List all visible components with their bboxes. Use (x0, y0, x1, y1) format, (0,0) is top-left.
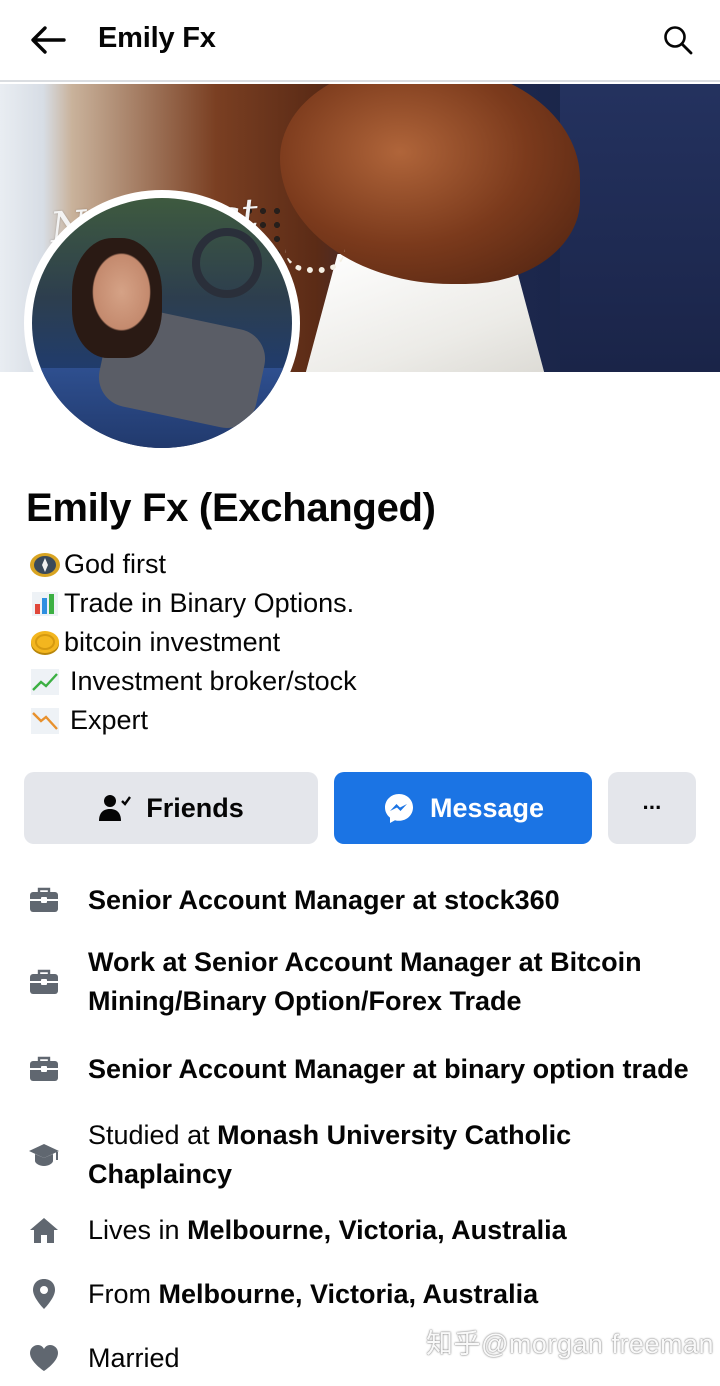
bio-text: Expert (70, 705, 149, 735)
profile-details: Senior Account Manager at stock360 Work … (24, 868, 704, 1386)
arrow-left-icon (31, 26, 66, 54)
location-pin-icon (24, 1274, 64, 1314)
briefcase-icon (24, 880, 64, 920)
detail-work-text[interactable]: Senior Account Manager at stock360 (88, 881, 704, 920)
friends-button-label: Friends (146, 792, 244, 823)
bio-line: bitcoin investment (28, 623, 357, 662)
detail-from-text: From Melbourne, Victoria, Australia (88, 1275, 704, 1314)
watermark: 知乎@morgan freeman (425, 1329, 714, 1359)
bio-line: Trade in Binary Options. (28, 584, 357, 623)
profile-avatar[interactable] (24, 190, 300, 456)
detail-row-work: Senior Account Manager at stock360 (24, 868, 704, 932)
friends-button[interactable]: Friends (24, 772, 318, 844)
profile-name: Emily Fx (Exchanged) (26, 486, 436, 530)
page-title: Emily Fx (98, 22, 216, 54)
detail-row-from: From Melbourne, Victoria, Australia (24, 1262, 704, 1326)
bio-text: God first (64, 549, 167, 579)
bio-text: Trade in Binary Options. (64, 588, 355, 618)
briefcase-icon (24, 1049, 64, 1089)
coin-icon (28, 628, 62, 658)
bio-line: Investment broker/stock (28, 662, 357, 701)
more-options-button[interactable]: ··· (608, 772, 696, 844)
bar-chart-icon (28, 589, 62, 619)
detail-lives-link[interactable]: Melbourne, Victoria, Australia (187, 1215, 567, 1245)
detail-work-text[interactable]: Work at Senior Account Manager at Bitcoi… (88, 943, 704, 1021)
compass-icon (28, 550, 62, 580)
detail-from-prefix: From (88, 1278, 159, 1309)
detail-education-text: Studied at Monash University Catholic Ch… (88, 1116, 704, 1194)
graduation-cap-icon (24, 1135, 64, 1175)
chart-decreasing-icon (28, 706, 62, 736)
bio-text: bitcoin investment (64, 627, 281, 657)
profile-bio: God first Trade in Binary Options. bitco… (28, 545, 357, 740)
avatar-face-shape (72, 238, 162, 358)
detail-row-education: Studied at Monash University Catholic Ch… (24, 1112, 704, 1198)
detail-row-lives: Lives in Melbourne, Victoria, Australia (24, 1198, 704, 1262)
search-button[interactable] (658, 20, 698, 60)
detail-from-link[interactable]: Melbourne, Victoria, Australia (159, 1279, 539, 1309)
back-button[interactable] (26, 20, 70, 60)
avatar-image (32, 198, 292, 448)
more-options-label: ··· (642, 795, 663, 820)
bio-line: God first (28, 545, 357, 584)
heart-icon (24, 1338, 64, 1378)
messenger-icon (382, 791, 416, 825)
bio-text: Investment broker/stock (70, 666, 357, 696)
detail-work-text[interactable]: Senior Account Manager at binary option … (88, 1050, 704, 1089)
detail-lives-prefix: Lives in (88, 1214, 188, 1245)
bio-line: Expert (28, 701, 357, 740)
cover-jacket-shape (560, 84, 720, 372)
detail-education-prefix: Studied at (88, 1120, 218, 1150)
message-button-label: Message (429, 792, 545, 823)
chart-increasing-icon (28, 667, 62, 697)
briefcase-icon (24, 962, 64, 1002)
search-icon (664, 26, 693, 55)
avatar-steering-wheel-shape (192, 228, 262, 298)
detail-lives-text: Lives in Melbourne, Victoria, Australia (88, 1211, 704, 1250)
message-button[interactable]: Message (334, 772, 592, 844)
top-bar: Emily Fx (0, 0, 720, 82)
home-icon (24, 1210, 64, 1250)
detail-row-work: Senior Account Manager at binary option … (24, 1026, 704, 1112)
detail-row-work: Work at Senior Account Manager at Bitcoi… (24, 938, 704, 1026)
friends-check-icon (98, 791, 132, 825)
